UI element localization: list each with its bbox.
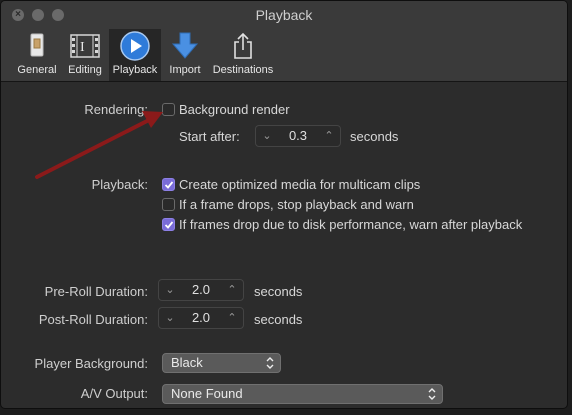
disk-frame-drop-label: If frames drop due to disk performance, … [179, 217, 523, 232]
frame-drop-stop-label: If a frame drops, stop playback and warn [179, 197, 414, 212]
start-after-value: 0.3 [288, 128, 308, 143]
rendering-label: Rendering: [84, 102, 148, 117]
preferences-toolbar: General I Editing Playback Import Destin… [1, 29, 567, 82]
playback-preferences-pane: Rendering: Background render Start after… [1, 82, 567, 408]
optimized-media-label: Create optimized media for multicam clip… [179, 177, 421, 192]
preroll-stepper[interactable]: ⌄ 2.0 ⌃ [158, 279, 244, 301]
checkmark-icon [164, 181, 174, 189]
start-after-unit: seconds [350, 129, 399, 144]
film-strip-icon: I [70, 34, 100, 58]
preroll-unit: seconds [254, 284, 303, 299]
playback-label: Playback: [91, 177, 148, 192]
tab-destinations[interactable]: Destinations [207, 29, 279, 81]
av-output-select[interactable]: None Found [162, 384, 443, 404]
postroll-unit: seconds [254, 312, 303, 327]
background-render-checkbox[interactable] [162, 103, 175, 116]
decrement-icon[interactable]: ⌄ [161, 308, 179, 328]
window-title: Playback [255, 7, 313, 23]
increment-icon[interactable]: ⌃ [320, 126, 338, 146]
disk-frame-drop-checkbox[interactable] [162, 218, 175, 231]
tab-playback-label: Playback [112, 64, 158, 76]
start-after-stepper[interactable]: ⌄ 0.3 ⌃ [255, 125, 341, 147]
av-output-label: A/V Output: [80, 386, 148, 401]
tab-editing[interactable]: I Editing [63, 29, 107, 81]
preroll-label: Pre-Roll Duration: [44, 284, 148, 299]
preferences-window: × Playback General I Editing Playback Im… [0, 0, 568, 409]
background-render-label: Background render [179, 102, 290, 117]
tab-destinations-label: Destinations [212, 64, 274, 76]
tab-general[interactable]: General [13, 29, 61, 81]
increment-icon[interactable]: ⌃ [223, 280, 241, 300]
postroll-stepper[interactable]: ⌄ 2.0 ⌃ [158, 307, 244, 329]
player-background-value: Black [171, 355, 203, 370]
tab-import-label: Import [169, 64, 201, 76]
tab-import[interactable]: Import [163, 29, 207, 81]
tab-playback[interactable]: Playback [109, 29, 161, 81]
av-output-value: None Found [171, 386, 243, 401]
postroll-value: 2.0 [191, 310, 211, 325]
postroll-label: Post-Roll Duration: [38, 312, 148, 327]
increment-icon[interactable]: ⌃ [223, 308, 241, 328]
decrement-icon[interactable]: ⌄ [161, 280, 179, 300]
player-background-select[interactable]: Black [162, 353, 281, 373]
tab-editing-label: Editing [68, 64, 102, 76]
general-switch-icon [30, 33, 44, 57]
checkmark-icon [164, 221, 174, 229]
title-bar: × Playback [1, 1, 567, 29]
down-arrow-icon [171, 32, 199, 59]
optimized-media-checkbox[interactable] [162, 178, 175, 191]
svg-text:I: I [80, 40, 85, 55]
frame-drop-stop-checkbox[interactable] [162, 198, 175, 211]
tab-general-label: General [17, 64, 57, 76]
share-icon [234, 32, 252, 59]
updown-chevron-icon [266, 357, 274, 369]
player-background-label: Player Background: [34, 356, 148, 371]
play-circle-icon [120, 31, 150, 61]
start-after-label: Start after: [179, 129, 240, 144]
decrement-icon[interactable]: ⌄ [258, 126, 276, 146]
updown-chevron-icon [428, 388, 436, 400]
preroll-value: 2.0 [191, 282, 211, 297]
